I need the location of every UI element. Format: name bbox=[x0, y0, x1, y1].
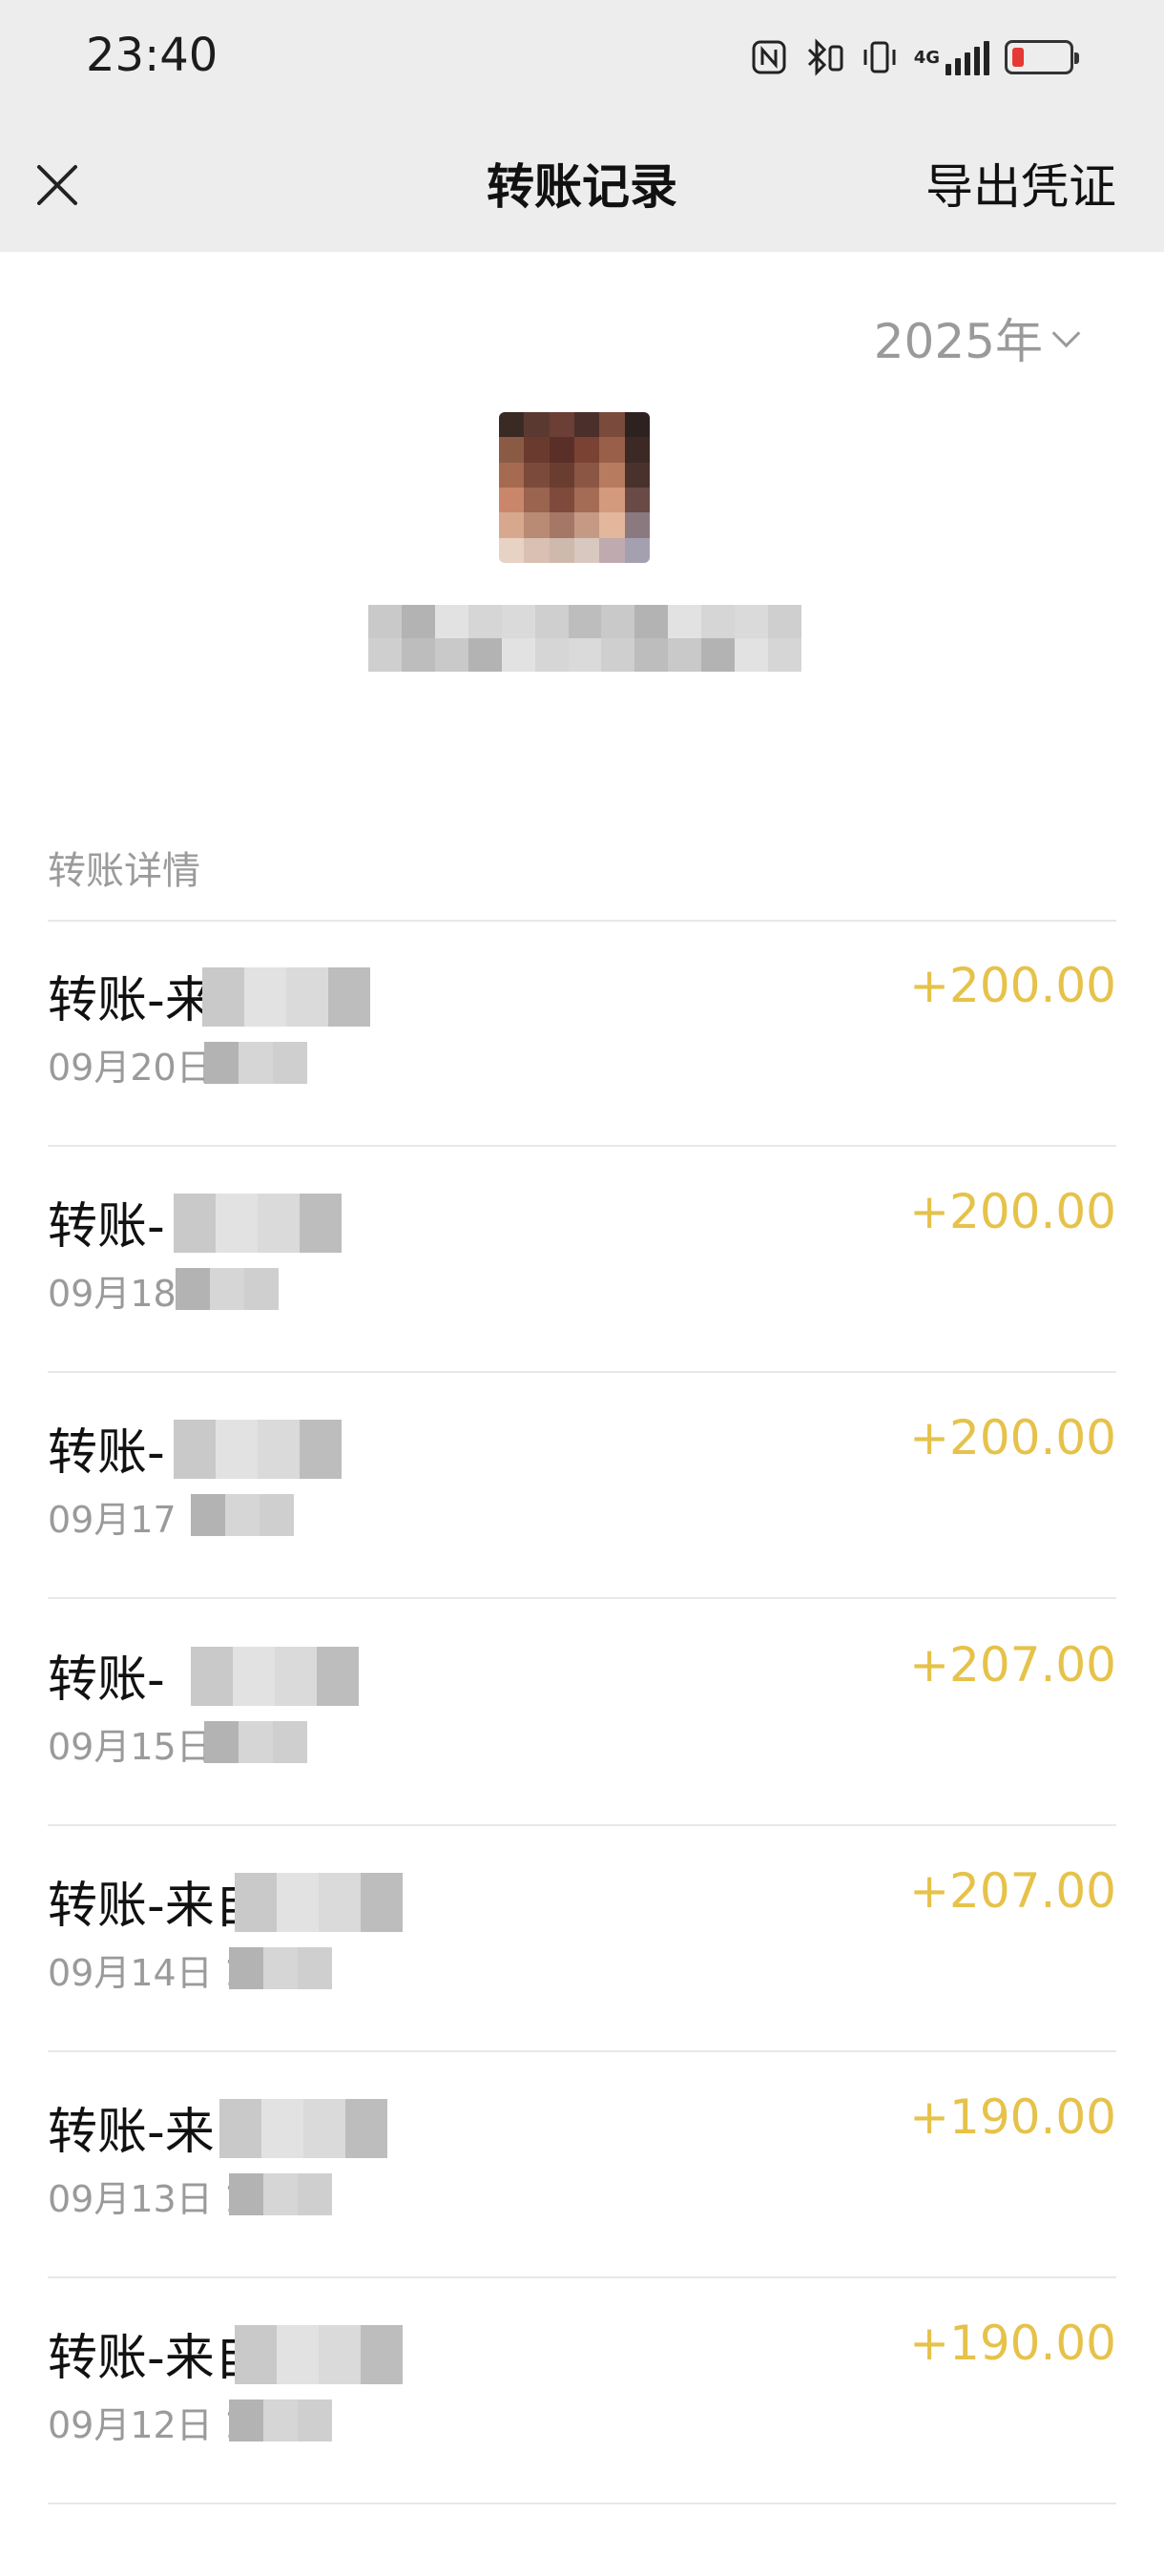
transaction-amount: +200.00 bbox=[909, 958, 1116, 1013]
transaction-row[interactable]: 转账- 09月15日 +207.00 bbox=[0, 1601, 1164, 1826]
privacy-mask bbox=[204, 1042, 307, 1084]
transaction-title: 转账- bbox=[48, 1652, 165, 1709]
nav-bar: 转账记录 导出凭证 bbox=[0, 114, 1164, 252]
transaction-title: 转账-来 bbox=[48, 2104, 215, 2161]
bluetooth-icon bbox=[803, 38, 845, 76]
transaction-row[interactable]: 转账- 09月17 +200.00 bbox=[0, 1374, 1164, 1599]
year-filter-dropdown[interactable]: 2025年 bbox=[873, 303, 1081, 372]
transaction-title: 转账-来 bbox=[48, 972, 215, 1029]
transaction-row[interactable]: 转账-来 09月13日 1 +190.00 bbox=[0, 2053, 1164, 2278]
4g-signal-icon: 4G bbox=[914, 38, 989, 76]
battery-low-icon bbox=[1005, 38, 1079, 76]
transaction-title: 转账-来自 bbox=[48, 2330, 264, 2387]
masked-username bbox=[368, 605, 801, 672]
privacy-mask bbox=[235, 1873, 403, 1932]
chevron-down-icon bbox=[1051, 319, 1081, 347]
privacy-mask bbox=[191, 1647, 359, 1706]
transaction-amount: +190.00 bbox=[909, 2316, 1116, 2371]
transaction-row[interactable]: 转账-来 09月20日 +200.00 bbox=[0, 922, 1164, 1147]
transaction-amount: +207.00 bbox=[909, 1863, 1116, 1919]
divider bbox=[48, 2050, 1116, 2052]
privacy-mask bbox=[191, 1494, 294, 1536]
privacy-mask bbox=[229, 1947, 332, 1989]
transaction-amount: +207.00 bbox=[909, 1637, 1116, 1693]
transaction-date: 09月17 bbox=[48, 1499, 177, 1541]
status-bar: 23:40 4G bbox=[0, 0, 1164, 114]
transaction-date: 09月13日 1 bbox=[48, 2178, 247, 2220]
close-icon bbox=[37, 165, 77, 205]
privacy-mask bbox=[204, 1721, 307, 1763]
transaction-row[interactable]: 转账-来自 09月12日 1 +190.00 bbox=[0, 2279, 1164, 2504]
export-voucher-button[interactable]: 导出凭证 bbox=[925, 149, 1116, 218]
year-filter-value: 2025年 bbox=[873, 314, 1043, 369]
status-icons: 4G bbox=[750, 36, 1079, 78]
divider bbox=[48, 1597, 1116, 1599]
privacy-mask bbox=[229, 2399, 332, 2441]
privacy-mask bbox=[176, 1268, 279, 1310]
transaction-title: 转账- bbox=[48, 1198, 165, 1256]
privacy-mask bbox=[174, 1420, 342, 1479]
avatar bbox=[499, 412, 650, 563]
transaction-title: 转账- bbox=[48, 1424, 165, 1482]
divider bbox=[48, 1145, 1116, 1147]
transaction-date: 09月14日 1 bbox=[48, 1952, 247, 1994]
transaction-date: 09月12日 1 bbox=[48, 2404, 247, 2446]
privacy-mask bbox=[229, 2173, 332, 2215]
transaction-row[interactable]: 转账- 09月18 +200.00 bbox=[0, 1148, 1164, 1373]
section-label: 转账详情 bbox=[48, 849, 200, 893]
privacy-mask bbox=[219, 2099, 387, 2158]
nfc-icon bbox=[750, 38, 788, 76]
transaction-amount: +200.00 bbox=[909, 1184, 1116, 1239]
divider bbox=[48, 2503, 1116, 2504]
divider bbox=[48, 1824, 1116, 1826]
divider bbox=[48, 2276, 1116, 2278]
privacy-mask bbox=[235, 2325, 403, 2384]
transaction-amount: +200.00 bbox=[909, 1410, 1116, 1465]
vibrate-icon bbox=[861, 38, 899, 76]
transaction-title: 转账-来自 bbox=[48, 1878, 264, 1935]
privacy-mask bbox=[174, 1194, 342, 1253]
transaction-date: 09月18 bbox=[48, 1273, 177, 1315]
close-button[interactable] bbox=[27, 155, 88, 216]
divider bbox=[48, 1371, 1116, 1373]
transaction-date: 09月15日 bbox=[48, 1726, 213, 1768]
transaction-amount: +190.00 bbox=[909, 2089, 1116, 2145]
transaction-row[interactable]: 转账-来自 09月14日 1 +207.00 bbox=[0, 1827, 1164, 2052]
status-time: 23:40 bbox=[86, 29, 218, 82]
privacy-mask bbox=[202, 967, 370, 1027]
transaction-date: 09月20日 bbox=[48, 1047, 213, 1089]
